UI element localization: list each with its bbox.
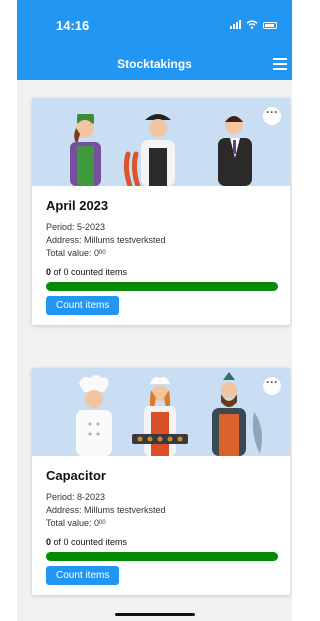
counted-items-text: 0 of 0 counted items (46, 267, 128, 277)
count-items-button[interactable]: Count items (46, 296, 120, 315)
status-icons (230, 20, 277, 29)
count-progress-bar (46, 282, 278, 291)
counted-items-text: 0 of 0 counted items (46, 537, 128, 547)
signal-icon (230, 20, 241, 29)
stocktaking-total-value: Total value: 000 (46, 248, 106, 258)
stocktaking-period: Period: 5-2023 (46, 222, 106, 232)
stocktaking-total-value: Total value: 000 (46, 518, 106, 528)
stocktaking-name: Capacitor (46, 468, 106, 483)
top-app-bar: 14:16 Stocktakings (17, 0, 292, 80)
card-banner-image: ··· (32, 98, 290, 186)
status-time: 14:16 (56, 18, 90, 33)
hamburger-menu-icon[interactable] (273, 58, 287, 70)
stocktaking-card[interactable]: ··· April 2023 Period: 5-2023 Address: M… (32, 98, 290, 325)
more-options-button[interactable]: ··· (263, 106, 281, 125)
stocktaking-address: Address: Millums testverksted (46, 235, 166, 245)
card-banner-image: ··· (32, 368, 290, 456)
stocktaking-period: Period: 8-2023 (46, 492, 106, 502)
home-indicator[interactable] (115, 613, 195, 616)
stocktaking-name: April 2023 (46, 198, 109, 213)
wifi-icon (246, 20, 258, 29)
app-screen: 14:16 Stocktakings ··· April 2023 Period… (17, 0, 292, 621)
count-progress-bar (46, 552, 278, 561)
stocktaking-card[interactable]: ··· Capacitor Period: 8-2023 Address: Mi… (32, 368, 290, 595)
stocktaking-address: Address: Millums testverksted (46, 505, 166, 515)
more-options-button[interactable]: ··· (263, 376, 281, 395)
page-title: Stocktakings (117, 57, 192, 71)
count-items-button[interactable]: Count items (46, 566, 120, 585)
battery-icon (263, 22, 277, 29)
